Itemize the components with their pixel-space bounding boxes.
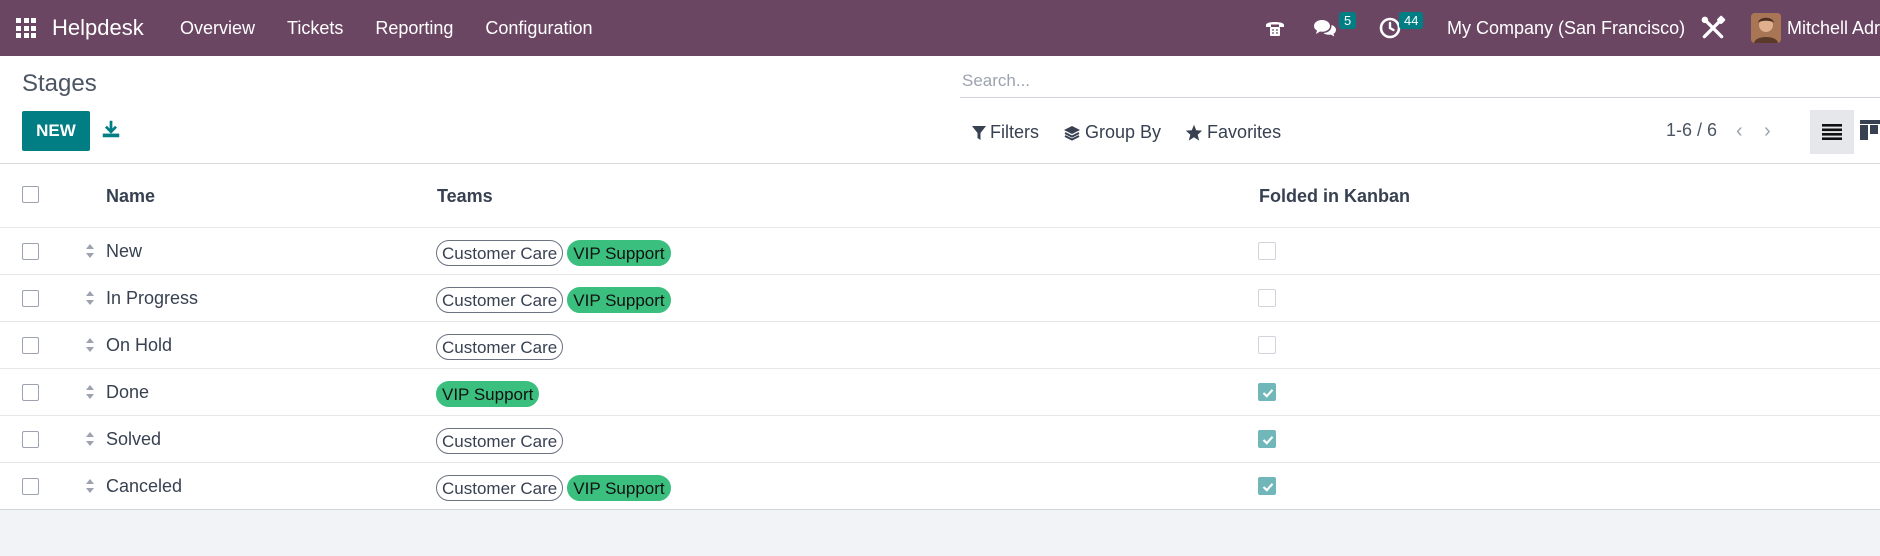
- folded-in-kanban-checkbox: [1258, 289, 1276, 307]
- select-all-checkbox[interactable]: [22, 186, 39, 203]
- team-tags: VIP Support: [436, 381, 543, 407]
- page-title: Stages: [22, 70, 97, 97]
- layers-icon: [1064, 125, 1080, 141]
- row-select-checkbox[interactable]: [22, 384, 39, 401]
- main-menu: Overview Tickets Reporting Configuration: [180, 18, 624, 39]
- team-tag: Customer Care: [436, 240, 564, 266]
- column-name[interactable]: Name: [106, 186, 155, 207]
- table-row[interactable]: New Customer Care VIP Support: [0, 228, 1880, 275]
- team-tag: VIP Support: [436, 381, 540, 407]
- user-avatar[interactable]: [1751, 13, 1781, 43]
- drag-handle-icon[interactable]: [85, 336, 95, 354]
- drag-handle-icon[interactable]: [85, 383, 95, 401]
- drag-handle-icon[interactable]: [85, 430, 95, 448]
- menu-item-overview[interactable]: Overview: [180, 18, 255, 39]
- row-select-checkbox[interactable]: [22, 290, 39, 307]
- kanban-view-icon[interactable]: [1860, 120, 1880, 142]
- filters-dropdown[interactable]: Filters: [972, 122, 1039, 143]
- favorites-label: Favorites: [1207, 122, 1282, 142]
- team-tag: Customer Care: [436, 334, 564, 360]
- stage-name: Canceled: [106, 476, 183, 496]
- pager-previous-icon[interactable]: ‹: [1736, 120, 1743, 143]
- user-menu[interactable]: Mitchell Adr: [1787, 18, 1880, 39]
- top-navbar: Helpdesk Overview Tickets Reporting Conf…: [0, 0, 1880, 56]
- pager-value[interactable]: 1-6 / 6: [1666, 120, 1717, 141]
- folded-in-kanban-checkbox: [1258, 242, 1276, 260]
- drag-handle-icon[interactable]: [85, 242, 95, 260]
- favorites-dropdown[interactable]: Favorites: [1185, 122, 1281, 143]
- check-icon: [1262, 389, 1274, 398]
- stage-name: Solved: [106, 429, 162, 449]
- menu-item-reporting[interactable]: Reporting: [375, 18, 453, 39]
- group-by-label: Group By: [1085, 122, 1162, 142]
- phone-icon[interactable]: [1263, 16, 1287, 40]
- drag-handle-icon[interactable]: [85, 477, 95, 495]
- team-tag: Customer Care: [436, 428, 564, 454]
- group-by-dropdown[interactable]: Group By: [1063, 122, 1161, 143]
- control-panel: Stages NEW Search... Filters Group By Fa: [0, 56, 1880, 164]
- row-select-checkbox[interactable]: [22, 243, 39, 260]
- check-icon: [1262, 436, 1274, 445]
- stage-name: On Hold: [106, 335, 173, 355]
- table-row[interactable]: Done VIP Support: [0, 369, 1880, 416]
- folded-in-kanban-checkbox: [1258, 336, 1276, 354]
- app-brand[interactable]: Helpdesk: [52, 15, 144, 41]
- menu-item-configuration[interactable]: Configuration: [485, 18, 592, 39]
- drag-handle-icon[interactable]: [85, 289, 95, 307]
- stage-name: In Progress: [106, 288, 199, 308]
- new-button[interactable]: NEW: [22, 111, 90, 151]
- folded-in-kanban-checkbox: [1258, 477, 1276, 495]
- list-view-icon: [1822, 124, 1842, 140]
- download-icon[interactable]: [100, 118, 122, 140]
- row-select-checkbox[interactable]: [22, 431, 39, 448]
- team-tag: VIP Support: [567, 240, 671, 266]
- team-tags: Customer Care VIP Support: [436, 240, 675, 266]
- team-tag: Customer Care: [436, 475, 564, 501]
- folded-in-kanban-checkbox: [1258, 430, 1276, 448]
- column-folded-in-kanban[interactable]: Folded in Kanban: [1259, 186, 1410, 207]
- team-tags: Customer Care VIP Support: [436, 287, 675, 313]
- team-tag: VIP Support: [567, 287, 671, 313]
- team-tag: Customer Care: [436, 287, 564, 313]
- menu-item-tickets[interactable]: Tickets: [287, 18, 343, 39]
- stage-name: New: [106, 241, 143, 261]
- stages-list: Name Teams Folded in Kanban New Customer …: [0, 164, 1880, 510]
- search-options: Filters Group By Favorites: [972, 122, 1305, 143]
- messages-icon[interactable]: [1313, 16, 1337, 40]
- stage-name: Done: [106, 382, 150, 402]
- list-view-button[interactable]: [1810, 110, 1854, 154]
- company-switcher[interactable]: My Company (San Francisco): [1447, 18, 1685, 39]
- team-tag: VIP Support: [567, 475, 671, 501]
- messages-count-badge: 5: [1339, 12, 1357, 29]
- check-icon: [1262, 483, 1274, 492]
- column-teams[interactable]: Teams: [437, 186, 493, 207]
- team-tags: Customer Care: [436, 428, 567, 454]
- row-select-checkbox[interactable]: [22, 478, 39, 495]
- table-header: Name Teams Folded in Kanban: [0, 164, 1880, 228]
- activities-count-badge: 44: [1399, 12, 1424, 29]
- folded-in-kanban-checkbox: [1258, 383, 1276, 401]
- team-tags: Customer Care: [436, 334, 567, 360]
- table-row[interactable]: Canceled Customer Care VIP Support: [0, 463, 1880, 510]
- team-tags: Customer Care VIP Support: [436, 475, 675, 501]
- row-select-checkbox[interactable]: [22, 337, 39, 354]
- table-row[interactable]: In Progress Customer Care VIP Support: [0, 275, 1880, 322]
- debug-tools-icon[interactable]: [1700, 15, 1726, 41]
- star-icon: [1185, 124, 1203, 141]
- filter-icon: [972, 125, 986, 140]
- filters-label: Filters: [990, 122, 1039, 142]
- table-row[interactable]: Solved Customer Care: [0, 416, 1880, 463]
- table-body: New Customer Care VIP Support In Progress Cu…: [0, 228, 1880, 510]
- pager-next-icon[interactable]: ›: [1764, 120, 1771, 143]
- apps-menu-icon[interactable]: [16, 18, 36, 38]
- table-row[interactable]: On Hold Customer Care: [0, 322, 1880, 369]
- search-input[interactable]: Search...: [960, 68, 1880, 98]
